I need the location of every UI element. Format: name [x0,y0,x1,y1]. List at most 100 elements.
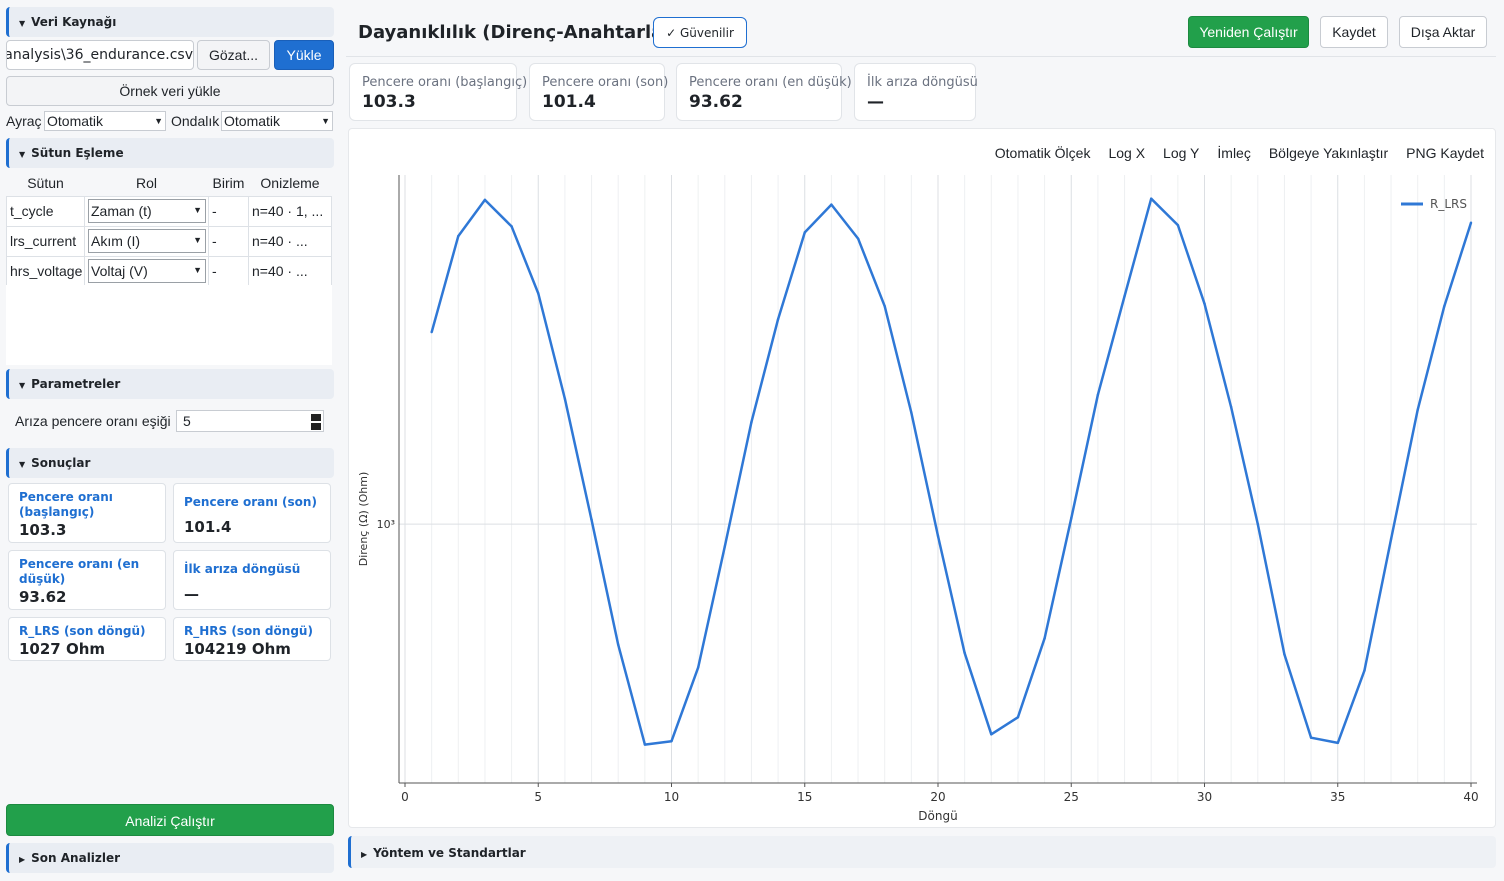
browse-button[interactable]: Gözat... [197,40,270,70]
data-point [990,733,993,736]
decimal-select[interactable]: Otomatik ▼ [221,111,333,131]
load-sample-button[interactable]: Örnek veri yükle [6,76,334,106]
result-value: — [184,585,199,603]
log-y-button[interactable]: Log Y [1154,129,1208,175]
collapse-arrow-icon: ▼ [19,19,26,28]
role-cell: Zaman (t) ▼ [84,195,209,227]
data-point [1469,221,1473,224]
page-title: Dayanıklılık (Direnç-Anahtarlama) [358,22,703,43]
x-tick-label: 25 [1064,790,1079,804]
file-path-input[interactable]: es\analysis\36_endurance.csv [6,40,194,70]
kpi-value: — [867,92,884,112]
data-point [856,237,860,240]
role-select[interactable]: Voltaj (V) ▼ [88,259,206,283]
separator-label: Ayraç [6,113,42,129]
data-point [457,234,460,238]
result-label: Pencere oranı (başlangıç) [19,490,113,519]
data-point [1283,653,1286,656]
section-results[interactable]: ▼ Sonuçlar [6,448,334,478]
section-data-source[interactable]: ▼ Veri Kaynağı [6,7,334,37]
reliability-badge[interactable]: ✓ Güvenilir [653,17,747,48]
x-tick-label: 5 [534,790,542,804]
section-title: Yöntem ve Standartlar [373,846,526,860]
data-point [590,518,593,521]
data-point [1016,716,1020,719]
data-point [1150,197,1153,200]
collapse-arrow-icon: ▼ [19,381,26,390]
data-point [723,545,726,548]
section-column-mapping[interactable]: ▼ Sütun Eşleme [6,138,334,168]
rerun-button[interactable]: Yeniden Çalıştır [1188,16,1309,48]
column-mapping-table: Sütun Rol Birim Onizleme t_cycle Zaman (… [6,170,332,287]
preview-cell: n=40 · ... [248,255,332,287]
file-path-value: es\analysis\36_endurance.csv [6,47,193,63]
data-point [883,305,886,308]
autoscale-button[interactable]: Otomatik Ölçek [986,129,1100,175]
section-recent-analyses[interactable]: ▶ Son Analizler [6,843,334,873]
role-value: Voltaj (V) [91,263,148,279]
threshold-input[interactable]: 5 [176,410,324,432]
x-tick-label: 20 [930,790,945,804]
table-row: lrs_current Akım (I) ▼ - n=40 · ... [6,225,332,257]
data-point [1309,736,1313,739]
col-header: Onizleme [260,174,320,191]
main-panel: Dayanıklılık (Direnç-Anahtarlama) ✓ Güve… [346,0,1504,881]
section-title: Son Analizler [31,851,121,865]
column-name: t_cycle [6,195,85,227]
expand-arrow-icon: ▶ [361,850,368,859]
column-name: hrs_voltage [6,255,85,287]
zoom-region-button[interactable]: Bölgeye Yakınlaştır [1260,129,1397,175]
result-value: 93.62 [19,588,67,606]
table-row: hrs_voltage Voltaj (V) ▼ - n=40 · ... [6,255,332,287]
section-parameters[interactable]: ▼ Parametreler [6,369,334,399]
cursor-button[interactable]: İmleç [1208,129,1259,175]
export-button[interactable]: Dışa Aktar [1399,16,1487,48]
data-point [1043,637,1046,640]
legend-label: R_LRS [1430,197,1467,211]
data-point [936,534,940,538]
endurance-chart[interactable]: 0 5 10 15 20 25 30 35 40 10³ Döngü Direnç (Ω) (Ohm)… [349,129,1495,827]
load-button[interactable]: Yükle [274,40,334,70]
kpi-label: İlk arıza döngüsü [867,75,978,90]
spin-up-icon[interactable] [311,414,321,421]
col-header: Birim [212,174,245,191]
spin-down-icon[interactable] [311,423,321,430]
preview-cell: n=40 · 1, ... [248,195,332,227]
log-x-button[interactable]: Log X [1099,129,1154,175]
result-card: Pencere oranı (başlangıç) 103.3 [8,483,166,543]
role-select[interactable]: Akım (I) ▼ [88,229,206,253]
role-select[interactable]: Zaman (t) ▼ [88,199,206,223]
kpi-value: 103.3 [362,92,416,112]
data-point [1229,405,1233,409]
data-point [1096,393,1100,396]
data-point [696,666,700,669]
left-panel: ▼ Veri Kaynağı es\analysis\36_endurance.c… [0,0,340,881]
data-point [963,651,966,654]
data-point [537,292,540,295]
kpi-label: Pencere oranı (en düşük) [689,75,852,90]
decimal-label: Ondalık [171,113,220,129]
save-png-button[interactable]: PNG Kaydet [1397,129,1493,175]
result-value: 103.3 [19,521,67,539]
result-card: R_LRS (son döngü) 1027 Ohm [8,617,166,661]
result-label: R_LRS (son döngü) [19,624,146,638]
result-card: Pencere oranı (son) 101.4 [173,483,331,543]
expand-arrow-icon: ▶ [19,855,26,864]
table-row: t_cycle Zaman (t) ▼ - n=40 · 1, ... [6,195,332,227]
column-name: lrs_current [6,225,85,257]
chart-legend: R_LRS [1401,197,1467,211]
y-tick-label: 10³ [377,518,395,531]
run-analysis-button[interactable]: Analizi Çalıştır [6,804,334,836]
section-methods[interactable]: ▶ Yöntem ve Standartlar [348,836,1496,868]
result-card: İlk arıza döngüsü — [173,550,331,610]
x-tick-label: 35 [1330,790,1345,804]
threshold-value: 5 [183,413,191,429]
section-title: Sonuçlar [31,456,91,470]
data-point [510,225,513,228]
separator-select[interactable]: Otomatik ▼ [44,111,166,131]
kpi-card: Pencere oranı (son) 101.4 [529,63,668,121]
data-point [1176,223,1180,227]
section-title: Sütun Eşleme [31,146,124,160]
chart-axes: 0 5 10 15 20 25 30 35 40 10³ Döngü Direnç (Ω) (Ohm) [357,175,1479,823]
save-button[interactable]: Kaydet [1320,16,1388,48]
